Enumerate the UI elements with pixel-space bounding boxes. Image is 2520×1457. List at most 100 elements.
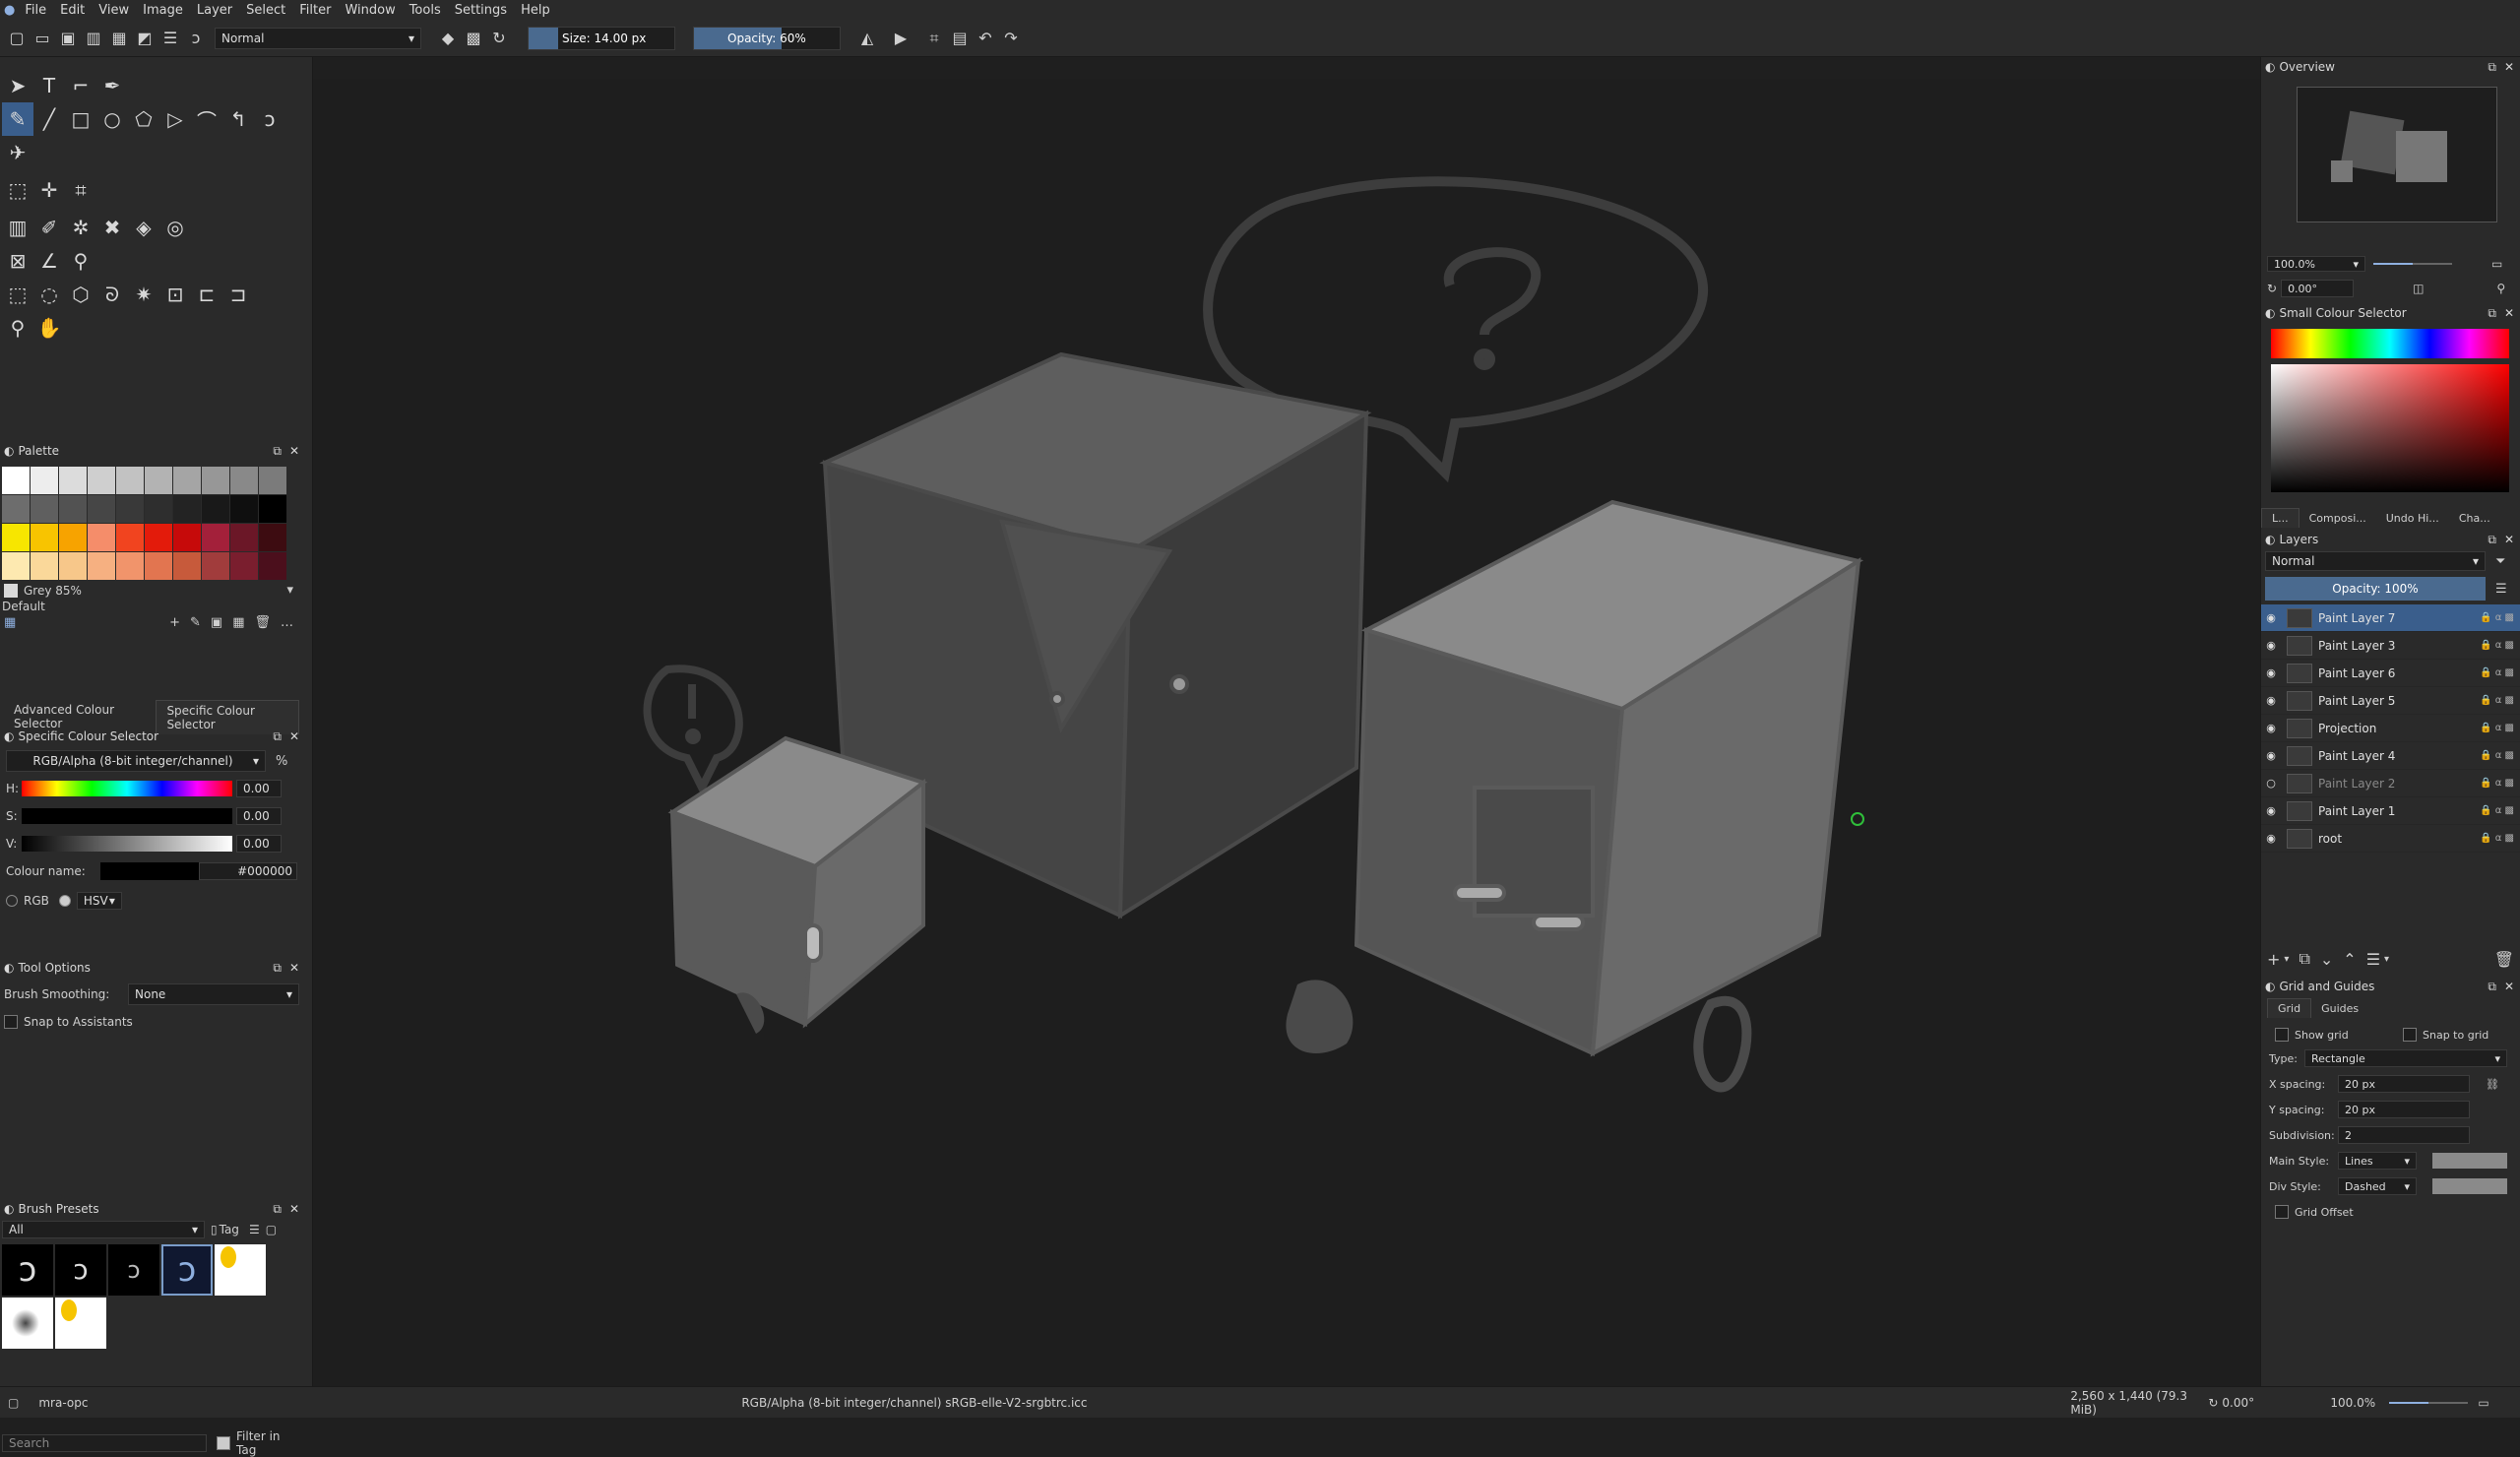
layer-lock-alpha-icons[interactable]: 🔒 α ▩ — [2465, 667, 2520, 678]
palette-swatch[interactable] — [202, 495, 229, 523]
layer-properties-icon[interactable]: ☰ — [2366, 950, 2380, 969]
palette-icon[interactable]: ▦ — [4, 615, 169, 630]
size-slider[interactable]: Size: 14.00 px — [528, 26, 675, 50]
palette-swatch[interactable] — [88, 524, 115, 551]
brush-preset-item[interactable] — [55, 1298, 106, 1349]
hsv-radio[interactable] — [58, 895, 71, 907]
polygon-tool-icon[interactable]: ⬠ — [128, 102, 159, 136]
fg-bg-color-icon[interactable]: ◩ — [132, 26, 158, 51]
rectangle-tool-icon[interactable]: □ — [65, 102, 96, 136]
palette-swatch[interactable] — [230, 467, 258, 494]
tab-layers[interactable]: L... — [2261, 508, 2300, 528]
palette-swatch[interactable] — [88, 467, 115, 494]
layer-lock-alpha-icons[interactable]: 🔒 α ▩ — [2465, 640, 2520, 651]
transform-tool-icon[interactable]: ⬚ — [2, 173, 33, 207]
palette-swatch[interactable] — [31, 552, 58, 580]
menu-filter[interactable]: Filter — [299, 3, 331, 18]
ellipse-tool-icon[interactable]: ○ — [96, 102, 128, 136]
layer-opacity-slider[interactable]: Opacity: 100% — [2265, 577, 2486, 601]
palette-swatch[interactable] — [2, 552, 30, 580]
menu-edit[interactable]: Edit — [60, 3, 85, 18]
blend-mode-select[interactable]: Normal ▾ — [215, 27, 421, 49]
fill-tool-icon[interactable]: ◈ — [128, 211, 159, 244]
palette-swatch[interactable] — [259, 524, 286, 551]
dock-lock-icon[interactable]: ◐ — [4, 961, 14, 975]
close-icon[interactable]: ✕ — [289, 1202, 299, 1216]
palette-swatch[interactable] — [173, 552, 201, 580]
float-dock-icon[interactable]: ⧉ — [2488, 533, 2496, 547]
menu-layer[interactable]: Layer — [197, 3, 232, 18]
eraser-icon[interactable]: ◆ — [435, 26, 461, 51]
smart-patch-tool-icon[interactable]: ✲ — [65, 211, 96, 244]
palette-swatch[interactable] — [173, 524, 201, 551]
bezier-select-tool-icon[interactable]: ⊏ — [191, 278, 222, 311]
brush-preset-item[interactable] — [215, 1244, 266, 1296]
chevron-down-icon[interactable]: ▾ — [2284, 954, 2289, 965]
selection-icon[interactable]: ▢ — [8, 1396, 19, 1410]
rotate-icon[interactable]: ↻ — [2267, 282, 2277, 295]
tab-channels[interactable]: Cha... — [2449, 509, 2500, 528]
gradient-tool-icon[interactable]: ▥ — [2, 211, 33, 244]
polygon-select-tool-icon[interactable]: ⬡ — [65, 278, 96, 311]
layer-lock-alpha-icons[interactable]: 🔒 α ▩ — [2465, 612, 2520, 623]
float-dock-icon[interactable]: ⧉ — [273, 961, 282, 976]
rotate-icon[interactable]: ↻ — [2208, 1396, 2218, 1410]
float-dock-icon[interactable]: ⧉ — [2488, 306, 2496, 321]
menu-file[interactable]: File — [25, 3, 46, 18]
wrap-around-icon[interactable]: ▤ — [947, 26, 973, 51]
overview-zoom-select[interactable]: 100.0% ▾ — [2267, 256, 2365, 272]
layer-blend-select[interactable]: Normal ▾ — [2265, 551, 2486, 571]
undo-icon[interactable]: ↶ — [973, 26, 998, 51]
rgb-radio[interactable] — [6, 895, 18, 907]
move-layer-down-icon[interactable]: ⌄ — [2320, 950, 2333, 969]
edit-shapes-tool-icon[interactable]: ⌐ — [65, 69, 96, 102]
palette-swatch[interactable] — [116, 495, 144, 523]
tab-compositions[interactable]: Composi... — [2300, 509, 2376, 528]
multibrush-tool-icon[interactable]: ✈ — [2, 136, 33, 169]
palette-swatch[interactable] — [2, 495, 30, 523]
snap-assistants-checkbox[interactable] — [4, 1015, 18, 1029]
preset-filter-select[interactable]: All ▾ — [2, 1221, 205, 1238]
pan-tool-icon[interactable]: ✋ — [33, 311, 65, 345]
float-dock-icon[interactable]: ⧉ — [273, 444, 282, 459]
eye-icon[interactable]: ◉ — [2261, 804, 2281, 817]
brush-preset-item[interactable]: ↄ — [108, 1244, 159, 1296]
filter-in-tag-checkbox[interactable] — [217, 1436, 231, 1450]
new-document-icon[interactable]: ▢ — [4, 26, 30, 51]
edit-icon[interactable]: ✎ — [190, 615, 201, 630]
s-value-field[interactable]: 0.00 — [236, 807, 282, 825]
float-dock-icon[interactable]: ⧉ — [273, 1202, 282, 1217]
pattern-icon[interactable]: ▦ — [106, 26, 132, 51]
overview-thumbnail[interactable] — [2297, 87, 2497, 222]
add-icon[interactable]: + — [169, 615, 180, 630]
brush-preset-item[interactable]: ↄ — [2, 1244, 53, 1296]
layer-lock-alpha-icons[interactable]: 🔒 α ▩ — [2465, 805, 2520, 816]
save-icon[interactable]: ▣ — [55, 26, 81, 51]
snap-grid-checkbox[interactable] — [2403, 1028, 2417, 1042]
palette-swatch[interactable] — [31, 524, 58, 551]
tab-guides[interactable]: Guides — [2311, 999, 2368, 1018]
move-tool-icon[interactable]: ✛ — [33, 173, 65, 207]
v-value-field[interactable]: 0.00 — [236, 835, 282, 853]
saturation-slider[interactable] — [22, 808, 232, 824]
fit-icon[interactable]: ▭ — [2478, 1396, 2488, 1410]
layer-row[interactable]: ○ Paint Layer 2 🔒 α ▩ — [2261, 770, 2520, 797]
freehand-path-tool-icon[interactable]: ↰ — [222, 102, 254, 136]
colorize-mask-tool-icon[interactable]: ✖ — [96, 211, 128, 244]
div-style-color[interactable] — [2432, 1178, 2507, 1194]
palette-swatch[interactable] — [116, 552, 144, 580]
hue-bar[interactable] — [2271, 329, 2509, 358]
link-icon[interactable]: ⛓ — [2486, 1078, 2499, 1091]
hue-slider[interactable] — [22, 781, 232, 796]
palette-swatch[interactable] — [145, 552, 172, 580]
eye-hidden-icon[interactable]: ○ — [2261, 777, 2281, 790]
palette-swatch[interactable] — [230, 552, 258, 580]
palette-swatch[interactable] — [145, 495, 172, 523]
palette-swatch[interactable] — [202, 467, 229, 494]
palette-swatch[interactable] — [202, 552, 229, 580]
freehand-select-tool-icon[interactable]: ᘐ — [96, 278, 128, 311]
layer-row[interactable]: ◉ Projection 🔒 α ▩ — [2261, 715, 2520, 742]
close-icon[interactable]: ✕ — [2504, 980, 2514, 993]
chevron-down-icon[interactable]: ▾ — [286, 583, 293, 598]
eye-icon[interactable]: ◉ — [2261, 722, 2281, 734]
